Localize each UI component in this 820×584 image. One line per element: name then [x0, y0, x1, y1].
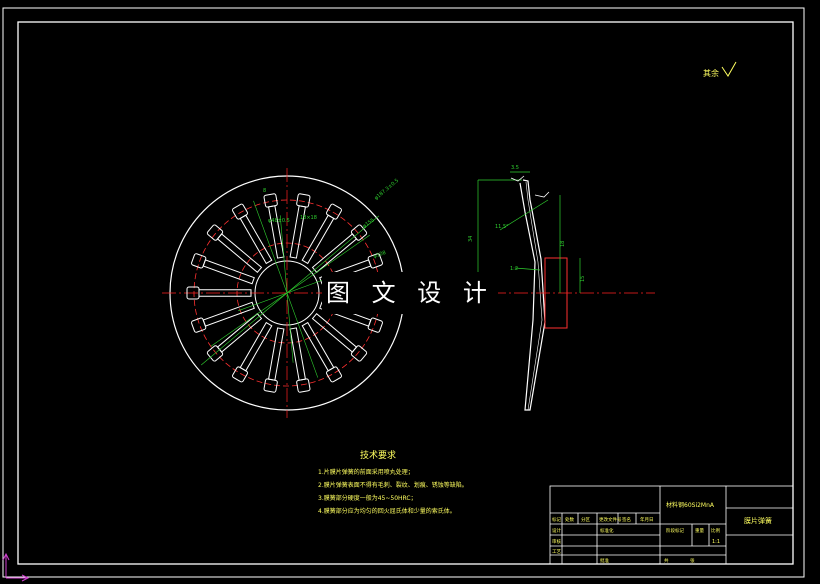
tech-item-2: 2.膜片弹簧表面不得有毛刺、裂纹、划痕、锈蚀等缺陷。 [318, 481, 468, 489]
dimension-leader [253, 200, 319, 378]
dim-outer-dia: φ187.3±0.5 [373, 178, 400, 202]
slot-window [296, 378, 311, 393]
title-block: 材料钢60Si2MnA 膜片弹簧 标记 处数 分区 更改文件号 签名 年月日 设… [549, 485, 794, 565]
dim-cone: 18 [560, 241, 566, 247]
finger-slot [301, 321, 335, 372]
tb-part-name: 膜片弹簧 [744, 516, 772, 525]
tb-process: 工艺 [552, 549, 561, 555]
dim-ratio: 1:2 [510, 266, 518, 272]
tb-label-count: 处数 [565, 516, 574, 523]
finger-slot [301, 214, 335, 265]
tb-label-sign: 签名 [622, 516, 631, 523]
slot-window [326, 366, 342, 383]
dim-height: 34 [468, 236, 474, 242]
tb-material: 材料钢60Si2MnA [666, 501, 715, 509]
dim-angle: 11.5° [495, 224, 509, 230]
tb-scale-label: 比例 [711, 527, 720, 534]
tb-weight: 重量 [695, 527, 704, 534]
tb-label-zone: 分区 [581, 516, 590, 523]
tb-label-mark: 标记 [552, 516, 561, 523]
slot-window [326, 203, 342, 220]
slot-window [206, 224, 224, 241]
slot-window [232, 366, 248, 383]
tb-review: 审核 [552, 538, 561, 545]
watermark: 图 文 设 计 [322, 272, 498, 314]
slot-window [296, 193, 311, 208]
tech-item-4: 4.膜簧部分应为均匀的回火屈氏体和少量的索氏体。 [318, 507, 456, 515]
finger-slot [289, 205, 307, 259]
tb-approve: 批准 [600, 557, 609, 564]
tech-requirements: 技术要求 1.片膜片弹簧的前面采用喷丸处理； 2.膜片弹簧表面不得有毛刺、裂纹、… [318, 449, 468, 515]
dim-thickness: 3.5 [511, 165, 519, 171]
tb-label-date: 年月日 [640, 516, 654, 523]
roughness-symbol: 其余 [703, 61, 737, 78]
tb-label-doc: 更改文件号 [599, 516, 622, 523]
dim-inner: 15 [580, 276, 586, 282]
finger-slot [267, 327, 285, 381]
tb-scale: 1:1 [712, 539, 720, 545]
tech-item-3: 3.膜簧部分硬度一般为45~50HRC； [318, 494, 417, 502]
roughness-note: 其余 [703, 68, 719, 78]
tb-sheet2: 张 [690, 557, 695, 564]
tb-std: 标准化 [600, 527, 614, 534]
slot-window [350, 345, 368, 362]
tb-design: 设计 [552, 527, 561, 534]
slot-window [232, 203, 248, 220]
dim-slot: 18×18 [300, 215, 317, 221]
dim-hole: φ48±0.5 [268, 218, 290, 224]
dim-width: 8 [263, 188, 266, 194]
front-view-dims: φ187.3±0.5 φ155 φ108 18×18 8 φ48±0.5 [263, 178, 400, 260]
dim-ring-dia: φ108 [373, 250, 387, 260]
tech-title: 技术要求 [360, 449, 396, 461]
dim-mid-dia: φ155 [362, 217, 376, 229]
tb-stage: 阶段标记 [666, 527, 684, 534]
tb-sheet: 共 [664, 557, 669, 564]
tech-item-1: 1.片膜片弹簧的前面采用喷丸处理； [318, 468, 414, 476]
finger-slot [239, 321, 273, 372]
